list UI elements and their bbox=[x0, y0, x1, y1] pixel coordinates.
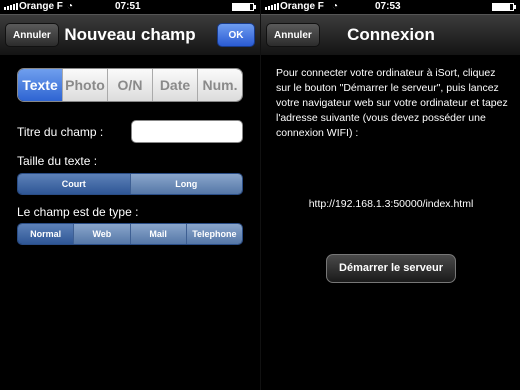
field-kind-segmented-control: Normal Web Mail Telephone bbox=[17, 223, 243, 245]
navigation-bar: Annuler Nouveau champ OK bbox=[0, 14, 260, 56]
text-size-label: Taille du texte : bbox=[17, 154, 98, 168]
field-title-input[interactable] bbox=[131, 120, 243, 143]
page-title: Connexion bbox=[347, 25, 435, 44]
carrier-name: Orange F bbox=[19, 1, 63, 12]
tab-date[interactable]: Date bbox=[152, 69, 197, 101]
connection-screen: Orange F ◔ 07:53 Annuler Connexion Pour … bbox=[260, 0, 520, 390]
tab-yes-no[interactable]: O/N bbox=[107, 69, 152, 101]
field-kind-mail[interactable]: Mail bbox=[129, 224, 186, 244]
carrier-name: Orange F bbox=[280, 1, 324, 12]
text-size-long[interactable]: Long bbox=[129, 174, 242, 194]
tab-number[interactable]: Num. bbox=[197, 69, 242, 101]
cancel-button[interactable]: Annuler bbox=[266, 23, 320, 47]
text-size-short[interactable]: Court bbox=[18, 174, 130, 194]
page-title: Nouveau champ bbox=[64, 25, 196, 44]
server-url: http://192.168.1.3:50000/index.html bbox=[308, 198, 474, 210]
signal-icon bbox=[4, 3, 18, 10]
wifi-icon: ◔ bbox=[332, 1, 339, 12]
start-server-button[interactable]: Démarrer le serveur bbox=[326, 254, 456, 283]
ok-button[interactable]: OK bbox=[217, 23, 255, 47]
clock: 07:53 bbox=[375, 1, 401, 12]
clock: 07:51 bbox=[115, 1, 141, 12]
field-kind-label: Le champ est de type : bbox=[17, 205, 139, 219]
signal-icon bbox=[265, 3, 279, 10]
field-kind-web[interactable]: Web bbox=[73, 224, 130, 244]
field-kind-normal[interactable]: Normal bbox=[18, 224, 74, 244]
wifi-icon: ◔ bbox=[67, 1, 74, 12]
tab-texte[interactable]: Texte bbox=[18, 69, 62, 101]
navigation-bar: Annuler Connexion bbox=[261, 14, 520, 56]
status-bar: Orange F ◔ 07:53 bbox=[261, 0, 520, 14]
status-bar: Orange F ◔ 07:51 bbox=[0, 0, 260, 14]
field-kind-telephone[interactable]: Telephone bbox=[185, 224, 242, 244]
new-field-screen: Orange F ◔ 07:51 Annuler Nouveau champ O… bbox=[0, 0, 260, 390]
field-type-segmented-control: Texte Photo O/N Date Num. bbox=[17, 68, 243, 102]
field-title-label: Titre du champ : bbox=[17, 125, 104, 139]
text-size-segmented-control: Court Long bbox=[17, 173, 243, 195]
connection-instructions: Pour connecter votre ordinateur à iSort,… bbox=[276, 67, 508, 139]
battery-icon bbox=[232, 3, 256, 11]
battery-icon bbox=[492, 3, 516, 11]
tab-photo[interactable]: Photo bbox=[62, 69, 107, 101]
